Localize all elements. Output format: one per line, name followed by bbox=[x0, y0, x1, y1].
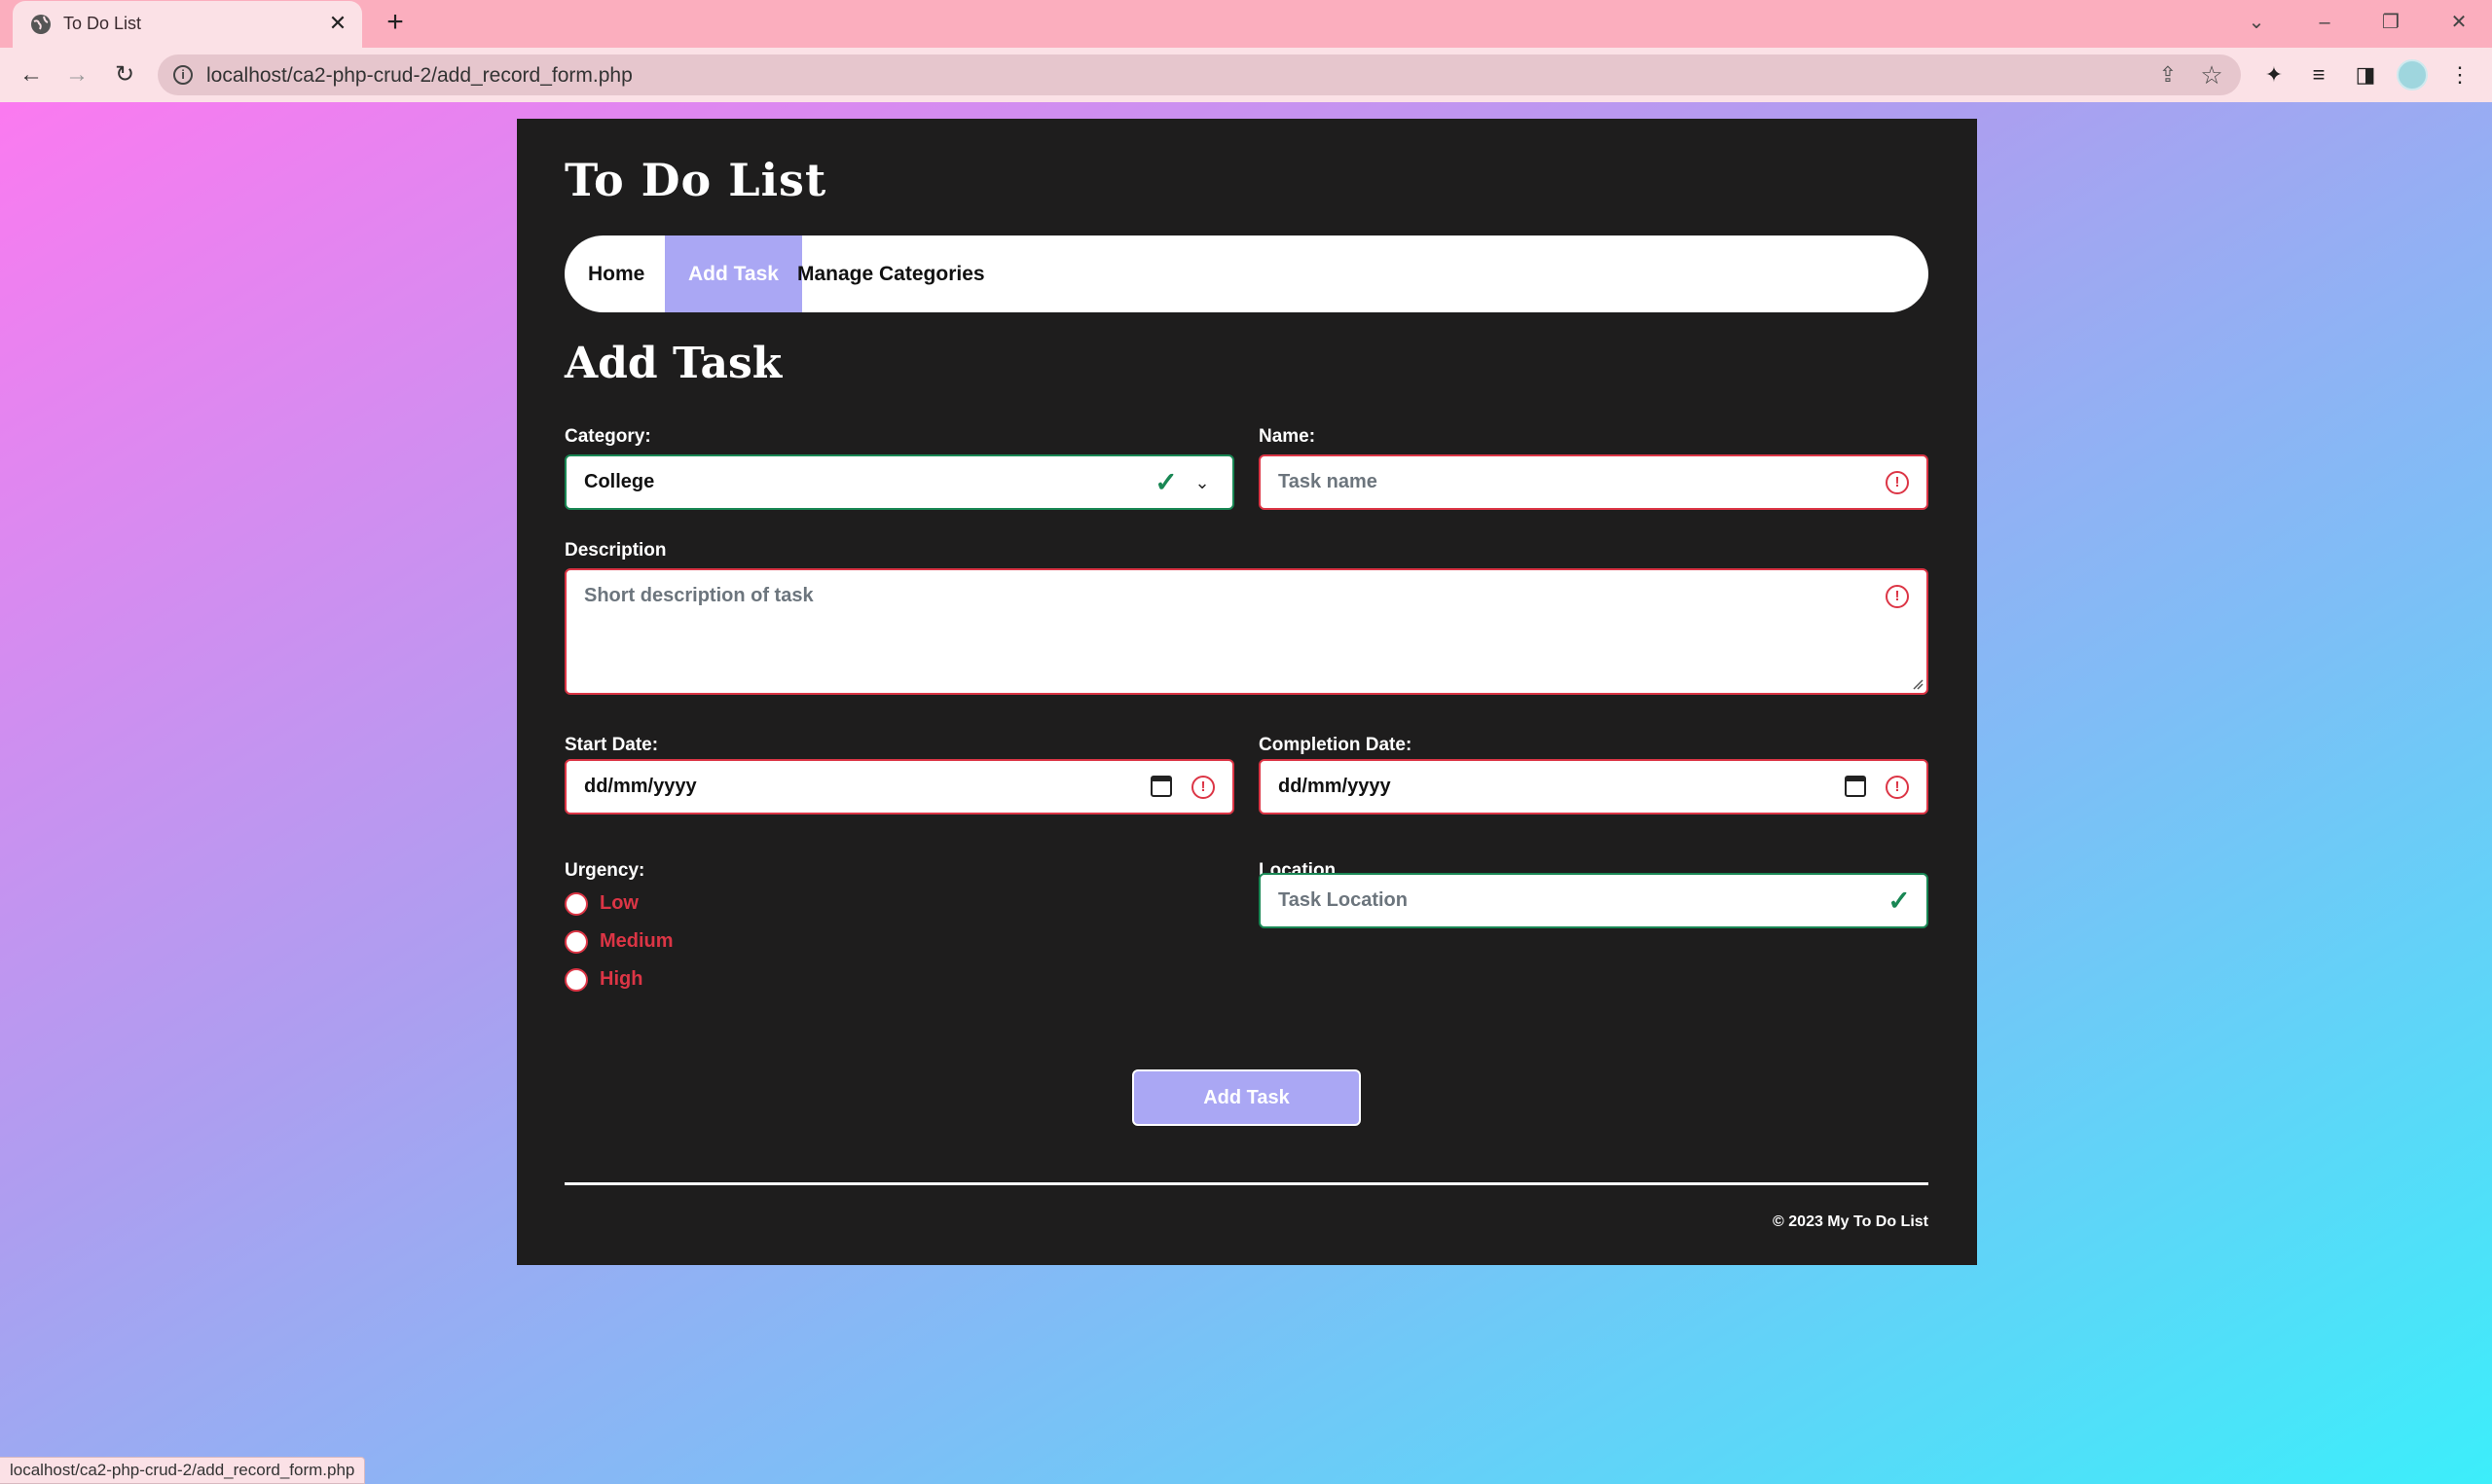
urgency-label: Urgency: bbox=[565, 860, 645, 881]
category-label: Category: bbox=[565, 426, 651, 447]
urgency-option-medium[interactable]: Medium bbox=[600, 930, 674, 953]
add-task-button[interactable]: Add Task bbox=[1132, 1069, 1361, 1126]
start-date-input[interactable]: dd/mm/yyyy ! bbox=[565, 759, 1234, 814]
new-tab-icon[interactable]: + bbox=[382, 8, 409, 37]
main-card: To Do List Home Add Task Manage Categori… bbox=[517, 119, 1977, 1265]
calendar-icon[interactable] bbox=[1151, 776, 1172, 797]
share-icon[interactable]: ⇪ bbox=[2155, 62, 2180, 88]
location-placeholder: Task Location bbox=[1278, 889, 1408, 911]
description-placeholder: Short description of task bbox=[584, 585, 814, 606]
error-icon: ! bbox=[1191, 776, 1215, 799]
name-input[interactable]: Task name ! bbox=[1259, 454, 1928, 510]
completion-date-input[interactable]: dd/mm/yyyy ! bbox=[1259, 759, 1928, 814]
site-title: To Do List bbox=[565, 154, 827, 206]
status-bar-url: localhost/ca2-php-crud-2/add_record_form… bbox=[0, 1457, 366, 1484]
urgency-radio-medium[interactable] bbox=[565, 930, 588, 954]
completion-date-label: Completion Date: bbox=[1259, 735, 1412, 755]
start-date-value: dd/mm/yyyy bbox=[584, 776, 697, 797]
reload-icon[interactable]: ↻ bbox=[109, 59, 140, 90]
main-navigation: Home Add Task Manage Categories bbox=[565, 235, 1928, 312]
browser-tab-bar: To Do List ✕ + ⌄ – ❐ ✕ bbox=[0, 0, 2492, 48]
bookmark-star-icon[interactable]: ☆ bbox=[2198, 61, 2225, 89]
nav-item-manage-categories[interactable]: Manage Categories bbox=[774, 235, 1008, 312]
page-heading: Add Task bbox=[565, 339, 783, 388]
name-placeholder: Task name bbox=[1278, 471, 1377, 492]
urgency-option-low[interactable]: Low bbox=[600, 892, 639, 915]
category-selected-value: College bbox=[584, 471, 655, 492]
footer-divider bbox=[565, 1182, 1928, 1185]
address-bar[interactable]: i localhost/ca2-php-crud-2/add_record_fo… bbox=[158, 54, 2241, 95]
chevron-down-icon: ⌄ bbox=[1194, 473, 1210, 492]
tab-search-chevron-icon[interactable]: ⌄ bbox=[2237, 6, 2276, 39]
globe-icon bbox=[31, 15, 51, 34]
urgency-radio-high[interactable] bbox=[565, 968, 588, 992]
description-label: Description bbox=[565, 540, 667, 561]
url-text[interactable]: localhost/ca2-php-crud-2/add_record_form… bbox=[206, 64, 633, 88]
urgency-option-high[interactable]: High bbox=[600, 968, 642, 991]
start-date-label: Start Date: bbox=[565, 735, 659, 755]
description-textarea[interactable]: Short description of task ! bbox=[565, 568, 1928, 695]
error-icon: ! bbox=[1886, 585, 1909, 608]
name-label: Name: bbox=[1259, 426, 1316, 447]
nav-item-home[interactable]: Home bbox=[565, 235, 668, 312]
page-viewport: To Do List Home Add Task Manage Categori… bbox=[0, 102, 2492, 1484]
back-icon[interactable]: ← bbox=[16, 59, 47, 90]
tab-title: To Do List bbox=[63, 14, 142, 33]
error-icon: ! bbox=[1886, 776, 1909, 799]
check-icon: ✓ bbox=[1154, 467, 1178, 497]
profile-avatar[interactable] bbox=[2397, 59, 2428, 90]
resize-handle-icon[interactable] bbox=[1912, 678, 1924, 690]
more-menu-icon[interactable]: ⋮ bbox=[2444, 59, 2475, 90]
forward-icon[interactable]: → bbox=[61, 59, 92, 90]
category-select[interactable]: College ✓ ⌄ bbox=[565, 454, 1234, 510]
urgency-radio-low[interactable] bbox=[565, 892, 588, 916]
browser-toolbar: ← → ↻ i localhost/ca2-php-crud-2/add_rec… bbox=[0, 48, 2492, 102]
check-icon: ✓ bbox=[1887, 886, 1911, 916]
footer-copyright: © 2023 My To Do List bbox=[1773, 1213, 1928, 1230]
browser-tab[interactable]: To Do List ✕ bbox=[13, 1, 362, 48]
restore-icon[interactable]: ❐ bbox=[2371, 6, 2410, 39]
close-window-icon[interactable]: ✕ bbox=[2439, 6, 2478, 39]
media-queue-icon[interactable]: ≡ bbox=[2303, 59, 2334, 90]
side-panel-icon[interactable]: ◨ bbox=[2350, 59, 2381, 90]
close-tab-icon[interactable]: ✕ bbox=[325, 11, 350, 36]
location-input[interactable]: Task Location ✓ bbox=[1259, 873, 1928, 928]
completion-date-value: dd/mm/yyyy bbox=[1278, 776, 1391, 797]
calendar-icon[interactable] bbox=[1845, 776, 1866, 797]
extensions-puzzle-icon[interactable]: ✦ bbox=[2258, 59, 2290, 90]
minimize-icon[interactable]: – bbox=[2305, 6, 2344, 39]
error-icon: ! bbox=[1886, 471, 1909, 494]
site-info-icon[interactable]: i bbox=[173, 65, 193, 85]
